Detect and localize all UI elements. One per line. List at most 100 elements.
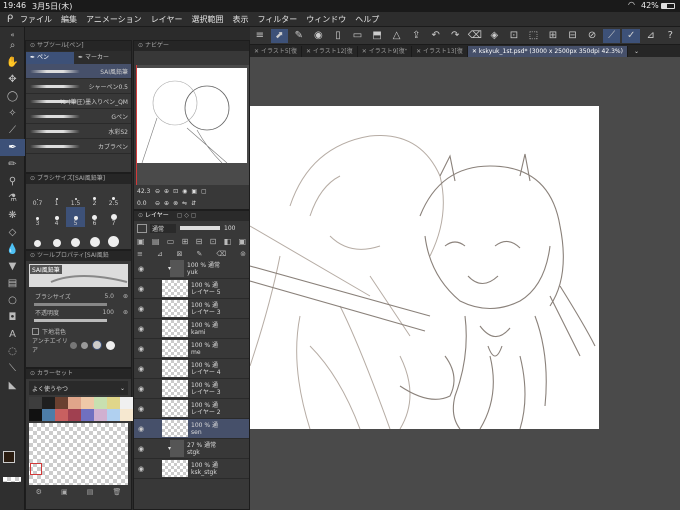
layer-row[interactable]: ◉ 100 % 通レイヤー 4 <box>134 359 249 379</box>
tab-doc-1[interactable]: ✕ イラスト5[復 <box>250 45 302 57</box>
antialias-weak[interactable] <box>81 341 88 349</box>
size-preset[interactable] <box>66 227 85 247</box>
size-preset[interactable]: 2.5 <box>104 187 123 207</box>
new-folder-icon[interactable]: ▭ <box>167 237 175 246</box>
layer-row[interactable]: ◉ 100 % 通レイヤー 5 <box>134 279 249 299</box>
size-preset[interactable] <box>47 227 66 247</box>
pen-tool-icon[interactable]: ✒ <box>0 139 25 156</box>
open-folder-icon[interactable]: ▭ <box>349 29 367 43</box>
undo-icon[interactable]: ↶ <box>427 29 445 43</box>
line-tool-icon[interactable]: ⟍ <box>0 360 25 377</box>
print-size-icon[interactable]: ▢ <box>201 188 207 195</box>
antialias-none[interactable] <box>70 341 77 349</box>
color-swatch[interactable] <box>94 409 107 421</box>
eyedropper-icon[interactable]: ⟋ <box>0 122 25 139</box>
export-icon[interactable]: △ <box>388 29 406 43</box>
menu-view[interactable]: 表示 <box>232 14 248 25</box>
new-file-icon[interactable]: ▯ <box>329 29 347 43</box>
colorset-replace-icon[interactable]: ▤ <box>87 488 94 496</box>
layer-row[interactable]: ◉ 100 % 通 ksk_stgk <box>134 459 249 479</box>
color-swatch[interactable] <box>81 397 94 409</box>
visibility-eye-icon[interactable]: ◉ <box>134 445 148 453</box>
clear-icon[interactable]: ⌫ <box>466 29 484 43</box>
fill-tool-icon[interactable]: ▼ <box>0 258 25 275</box>
brush-item[interactable]: シャーペン0.5 <box>26 79 131 94</box>
navigator-preview[interactable] <box>136 65 249 185</box>
color-swatch[interactable] <box>120 409 133 421</box>
rotate-left-icon[interactable]: ⊖ <box>155 200 160 207</box>
size-preset[interactable]: 2 <box>85 187 104 207</box>
eye-icon[interactable]: ◉ <box>310 29 328 43</box>
eraser-tool-icon[interactable]: ◇ <box>0 224 25 241</box>
size-preset-selected[interactable]: 5 <box>66 207 85 227</box>
visibility-eye-icon[interactable]: ◉ <box>134 365 148 373</box>
folder-toggle-icon[interactable]: ▾ <box>168 445 171 452</box>
tab-doc-3[interactable]: ✕ イラスト9[復ᐩ <box>358 45 413 57</box>
tab-layer[interactable]: レイヤー <box>145 212 169 219</box>
size-preset[interactable] <box>28 227 47 247</box>
flip-horizontal-icon[interactable]: ⇋ <box>182 200 187 207</box>
visibility-eye-icon[interactable]: ◉ <box>134 285 148 293</box>
color-swatch[interactable] <box>55 397 68 409</box>
brush-item[interactable]: SAI風鉛筆 <box>26 64 131 79</box>
hamburger-icon[interactable]: ≡ <box>251 29 269 43</box>
color-swatch[interactable] <box>68 409 81 421</box>
main-color-swatch[interactable] <box>3 451 15 463</box>
move-tool-icon[interactable]: ✥ <box>0 71 25 88</box>
fill-icon[interactable]: ◈ <box>486 29 504 43</box>
menu-window[interactable]: ウィンドウ <box>306 14 346 25</box>
opacity-slider[interactable] <box>34 319 107 322</box>
clip-icon[interactable]: ⊡ <box>210 237 217 246</box>
fit-icon[interactable]: ⊡ <box>173 188 178 195</box>
size-preset[interactable] <box>85 227 104 247</box>
pen-icon[interactable]: ✎ <box>290 29 308 43</box>
colorset-add-icon[interactable]: ▣ <box>61 488 68 496</box>
quick-access-icon[interactable]: ⬈ <box>270 28 289 43</box>
layer-folder[interactable]: ◉ ▾ 100 % 通常 yuk <box>134 259 249 279</box>
antialias-medium[interactable] <box>92 340 102 350</box>
layer-opacity-value[interactable]: 100 <box>224 225 235 232</box>
color-swatch[interactable] <box>55 409 68 421</box>
correct-line-icon[interactable]: ◣ <box>0 377 25 394</box>
menu-file[interactable]: ファイル <box>20 14 52 25</box>
size-dial-icon[interactable]: ⊛ <box>114 293 128 300</box>
tab-doc-4[interactable]: ✕ イラスト13[復 <box>412 45 468 57</box>
color-swatch[interactable] <box>68 397 81 409</box>
app-logo-icon[interactable]: ᑭ <box>0 14 20 25</box>
collapse-icon[interactable]: « <box>0 27 25 39</box>
layer-trash-icon[interactable]: ⌫ <box>216 250 226 258</box>
save-icon[interactable]: ⬒ <box>368 29 386 43</box>
antialias-strong[interactable] <box>106 340 115 350</box>
new-vector-layer-icon[interactable]: ▤ <box>152 237 160 246</box>
visibility-eye-icon[interactable]: ◉ <box>134 305 148 313</box>
layer-row[interactable]: ◉ 100 % 通 kami <box>134 319 249 339</box>
brush-item[interactable]: ペン(筆圧)墨入りペン_QM <box>26 94 131 109</box>
layer-row[interactable]: ◉ 100 % 通レイヤー 2 <box>134 399 249 419</box>
export-image-icon[interactable]: ⇪ <box>407 29 425 43</box>
size-preset[interactable]: 6 <box>85 207 104 227</box>
tab-doc-2[interactable]: ✕ イラスト12[復 <box>302 45 358 57</box>
brush-tool-icon[interactable]: ⚲ <box>0 173 25 190</box>
tabs-dropdown-icon[interactable]: ⌄ <box>634 48 639 55</box>
visibility-eye-icon[interactable]: ◉ <box>134 325 148 333</box>
frame-tool-icon[interactable]: ◘ <box>0 309 25 326</box>
tab-pen[interactable]: ✒ ペン <box>26 51 74 64</box>
new-raster-layer-icon[interactable]: ▣ <box>137 237 145 246</box>
menu-help[interactable]: ヘルプ <box>355 14 379 25</box>
snap-icon[interactable]: ⊘ <box>583 29 601 43</box>
color-swatch[interactable] <box>94 397 107 409</box>
opacity-dial-icon[interactable]: ⊛ <box>114 309 128 316</box>
airbrush-tool-icon[interactable]: ⚗ <box>0 190 25 207</box>
layer-row[interactable]: ◉ 100 % 通 me <box>134 339 249 359</box>
mask-icon[interactable]: ◧ <box>224 237 232 246</box>
layer-property-icon[interactable]: ⊿ <box>157 250 163 258</box>
flip-vertical-icon[interactable]: ⇵ <box>191 200 196 207</box>
menu-animation[interactable]: アニメーション <box>86 14 142 25</box>
menu-selection[interactable]: 選択範囲 <box>191 14 223 25</box>
color-swatch[interactable] <box>29 397 42 409</box>
color-swatch[interactable] <box>42 409 55 421</box>
invert-icon[interactable]: ⊟ <box>564 29 582 43</box>
zoom-in-icon[interactable]: ⊕ <box>164 188 169 195</box>
size-preset[interactable]: 1 <box>47 187 66 207</box>
selected-swatch[interactable] <box>30 463 42 475</box>
